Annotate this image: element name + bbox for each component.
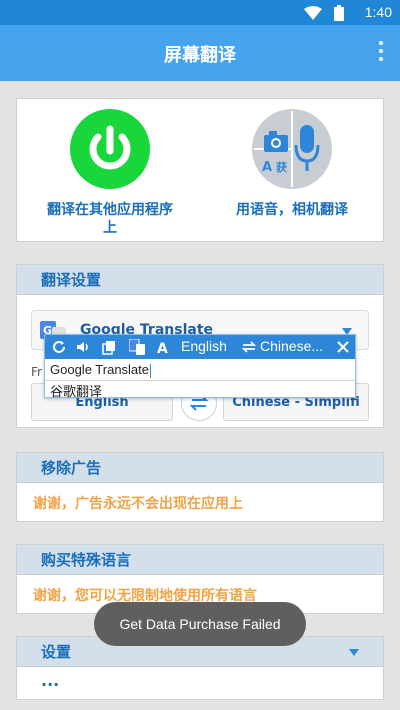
svg-text:A: A bbox=[157, 341, 168, 355]
refresh-icon[interactable] bbox=[51, 339, 67, 355]
wifi-icon bbox=[304, 6, 322, 20]
app-bar: 屏幕翻译 bbox=[0, 25, 400, 81]
translate-settings-header: 翻译设置 bbox=[17, 265, 383, 295]
voice-camera-label: 用语音，相机翻译 bbox=[236, 202, 348, 218]
remove-ads-header: 移除广告 bbox=[17, 453, 383, 483]
popup-source-text: Google Translate bbox=[50, 362, 150, 377]
translate-on-apps-label-line2: 上 bbox=[103, 220, 117, 236]
font-size-icon[interactable]: A bbox=[155, 339, 171, 355]
svg-text:获: 获 bbox=[276, 160, 287, 174]
popup-target-language[interactable]: Chinese... bbox=[260, 338, 326, 354]
status-bar: 1:40 bbox=[0, 0, 400, 25]
toast-message: Get Data Purchase Failed bbox=[94, 602, 306, 646]
voice-camera-translate-button[interactable]: A 获 用语音，相机翻译 bbox=[207, 109, 377, 219]
close-icon[interactable] bbox=[335, 339, 351, 355]
popup-source-text-field[interactable]: Google Translate bbox=[50, 362, 152, 378]
swap-icon[interactable] bbox=[241, 339, 257, 355]
copy-icon[interactable] bbox=[101, 339, 117, 355]
chevron-down-icon bbox=[349, 649, 359, 656]
app-title: 屏幕翻译 bbox=[164, 45, 236, 66]
google-translate-icon[interactable] bbox=[129, 339, 145, 355]
svg-text:A: A bbox=[262, 160, 272, 175]
remove-ads-body: 谢谢，广告永远不会出现在应用上 bbox=[33, 496, 243, 512]
power-icon bbox=[70, 109, 150, 189]
translate-on-apps-label-line1: 翻译在其他应用程序 bbox=[47, 202, 173, 218]
translate-on-apps-button[interactable]: 翻译在其他应用程序 上 bbox=[25, 109, 195, 237]
battery-icon bbox=[334, 5, 344, 21]
status-time: 1:40 bbox=[364, 4, 392, 20]
popup-translated-text: 谷歌翻译 bbox=[50, 385, 103, 400]
setup-header-label: 设置 bbox=[41, 643, 72, 661]
buy-languages-header: 购买特殊语言 bbox=[17, 545, 383, 575]
camera-mic-translate-icon: A 获 bbox=[252, 109, 332, 189]
speaker-icon[interactable] bbox=[75, 339, 91, 355]
popup-source-language[interactable]: English bbox=[181, 338, 227, 354]
from-label: Fr bbox=[31, 365, 42, 379]
remove-ads-card: 移除广告 谢谢，广告永远不会出现在应用上 bbox=[16, 452, 384, 522]
setup-body: ... bbox=[41, 671, 60, 690]
more-options-icon[interactable] bbox=[378, 41, 384, 65]
buy-languages-body: 谢谢，您可以无限制地使用所有语言 bbox=[33, 588, 257, 604]
translation-popup: A English Chinese... Google Translate 谷歌… bbox=[44, 334, 356, 400]
popup-toolbar: A English Chinese... bbox=[45, 335, 355, 359]
features-card: 翻译在其他应用程序 上 A 获 用语音，相机翻译 bbox=[16, 98, 384, 242]
